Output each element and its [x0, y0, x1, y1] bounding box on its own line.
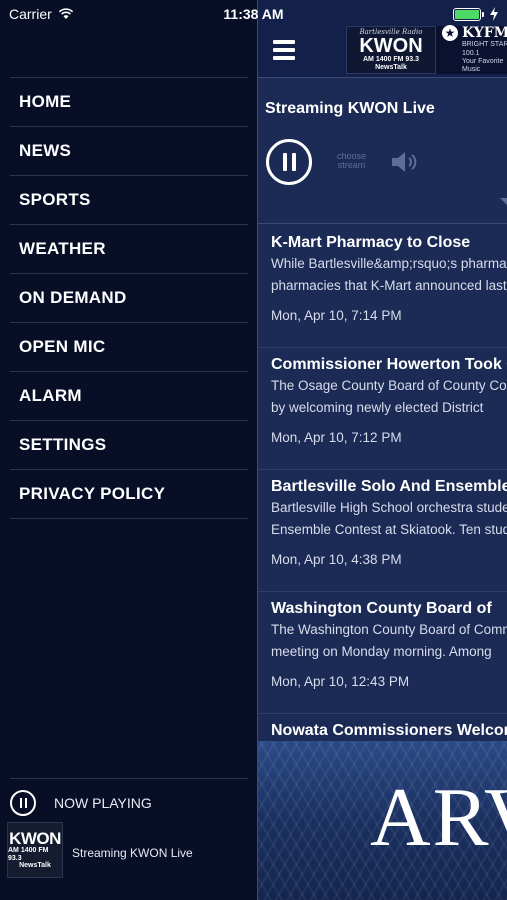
kyfm-logo-tagline: Your Favorite Music: [462, 58, 504, 74]
menu-item-weather[interactable]: WEATHER: [10, 225, 248, 274]
news-item[interactable]: Bartlesville Solo And Ensemble Bartlesvi…: [258, 470, 507, 592]
main-panel: Bartlesville Radio KWON AM 1400 FM 93.3 …: [257, 0, 507, 900]
menu-item-settings[interactable]: SETTINGS: [10, 421, 248, 470]
choose-stream-line-2: stream: [337, 160, 366, 171]
now-playing-pause-button[interactable]: [10, 790, 36, 816]
news-description: meeting on Monday morning. Among: [271, 644, 492, 659]
logo-tagline: NewsTalk: [19, 862, 51, 870]
news-description: The Washington County Board of Commissio…: [271, 622, 507, 637]
news-title: Bartlesville Solo And Ensemble: [271, 478, 507, 495]
news-title: Washington County Board of: [271, 600, 492, 617]
now-playing-divider: [10, 778, 248, 779]
news-item[interactable]: K-Mart Pharmacy to Close While Bartlesvi…: [258, 226, 507, 348]
menu-item-label: WEATHER: [19, 239, 106, 258]
news-description: Bartlesville High School orchestra stude…: [271, 500, 507, 515]
menu-item-label: PRIVACY POLICY: [19, 484, 166, 503]
news-item[interactable]: Washington County Board of The Washingto…: [258, 592, 507, 714]
drawer-menu: HOME NEWS SPORTS WEATHER ON DEMAND OPEN …: [10, 77, 248, 519]
menu-item-news[interactable]: NEWS: [10, 127, 248, 176]
now-playing-label: NOW PLAYING: [54, 795, 152, 811]
menu-item-on-demand[interactable]: ON DEMAND: [10, 274, 248, 323]
news-description: The Osage County Board of County Commiss…: [271, 378, 507, 393]
station-logos: Bartlesville Radio KWON AM 1400 FM 93.3 …: [346, 25, 507, 74]
choose-stream-button[interactable]: choose stream: [337, 151, 366, 171]
navigation-drawer: HOME NEWS SPORTS WEATHER ON DEMAND OPEN …: [0, 0, 257, 900]
status-bar: Carrier 11:38 AM: [0, 0, 507, 28]
news-title: Nowata Commissioners Welcome: [271, 722, 507, 739]
menu-item-privacy-policy[interactable]: PRIVACY POLICY: [10, 470, 248, 519]
kwon-logo-tagline: NewsTalk: [375, 64, 407, 71]
news-description: Ensemble Contest at Skiatook. Ten studen…: [271, 522, 507, 537]
news-description: pharmacies that K-Mart announced last: [271, 278, 507, 293]
kyfm-logo-sub: BRIGHT STAR: [462, 41, 507, 49]
menu-item-label: SETTINGS: [19, 435, 107, 454]
kwon-logo[interactable]: Bartlesville Radio KWON AM 1400 FM 93.3 …: [346, 26, 436, 74]
status-left: Carrier: [9, 6, 74, 22]
menu-item-home[interactable]: HOME: [10, 78, 248, 127]
kwon-logo-name: KWON: [359, 35, 423, 58]
news-title: Commissioner Howerton Took Oath: [271, 356, 507, 373]
menu-item-alarm[interactable]: ALARM: [10, 372, 248, 421]
ad-banner-text: ARVEST: [370, 771, 507, 864]
news-feed: K-Mart Pharmacy to Close While Bartlesvi…: [258, 226, 507, 744]
battery-icon: [453, 7, 484, 21]
menu-item-label: SPORTS: [19, 190, 91, 209]
player-title: Streaming KWON Live: [265, 100, 435, 117]
kyfm-logo[interactable]: ★ KYFM BRIGHT STAR 100.1 Your Favorite M…: [436, 25, 507, 74]
player-pause-button[interactable]: [266, 139, 312, 185]
logo-frequency: AM 1400 FM 93.3: [8, 846, 49, 862]
news-title: K-Mart Pharmacy to Close: [271, 234, 471, 251]
charging-icon: [490, 7, 498, 21]
menu-item-label: ON DEMAND: [19, 288, 127, 307]
menu-item-label: NEWS: [19, 141, 72, 160]
menu-item-label: HOME: [19, 92, 72, 111]
kwon-logo-frequency: AM 1400 FM 93.3: [362, 56, 420, 64]
wifi-icon: [58, 8, 73, 19]
volume-icon[interactable]: [390, 150, 422, 174]
menu-item-label: OPEN MIC: [19, 337, 106, 356]
kyfm-logo-frequency: 100.1: [462, 49, 480, 57]
news-item[interactable]: Nowata Commissioners Welcome: [258, 714, 507, 744]
news-date: Mon, Apr 10, 12:43 PM: [271, 674, 410, 689]
news-item[interactable]: Commissioner Howerton Took Oath The Osag…: [258, 348, 507, 470]
now-playing-stream-name: Streaming KWON Live: [72, 846, 193, 860]
status-right: [453, 7, 499, 21]
now-playing-station-logo: KWON AM 1400 FM 93.3 NewsTalk: [7, 822, 63, 878]
chevron-down-icon[interactable]: [500, 198, 507, 205]
menu-item-open-mic[interactable]: OPEN MIC: [10, 323, 248, 372]
logo-name: KWON: [9, 828, 61, 848]
ad-banner[interactable]: ARVEST: [258, 741, 507, 900]
news-date: Mon, Apr 10, 4:38 PM: [271, 552, 402, 567]
menu-item-sports[interactable]: SPORTS: [10, 176, 248, 225]
menu-item-label: ALARM: [19, 386, 82, 405]
feed-divider: [258, 223, 507, 224]
hamburger-menu-icon[interactable]: [273, 40, 295, 60]
news-description: by welcoming newly elected District: [271, 400, 484, 415]
news-description: While Bartlesville&amp;rsquo;s pharmacy: [271, 256, 507, 271]
news-date: Mon, Apr 10, 7:14 PM: [271, 308, 402, 323]
status-time: 11:38 AM: [223, 6, 284, 22]
news-date: Mon, Apr 10, 7:12 PM: [271, 430, 402, 445]
carrier-label: Carrier: [9, 6, 52, 22]
now-playing-row: NOW PLAYING: [10, 790, 152, 816]
